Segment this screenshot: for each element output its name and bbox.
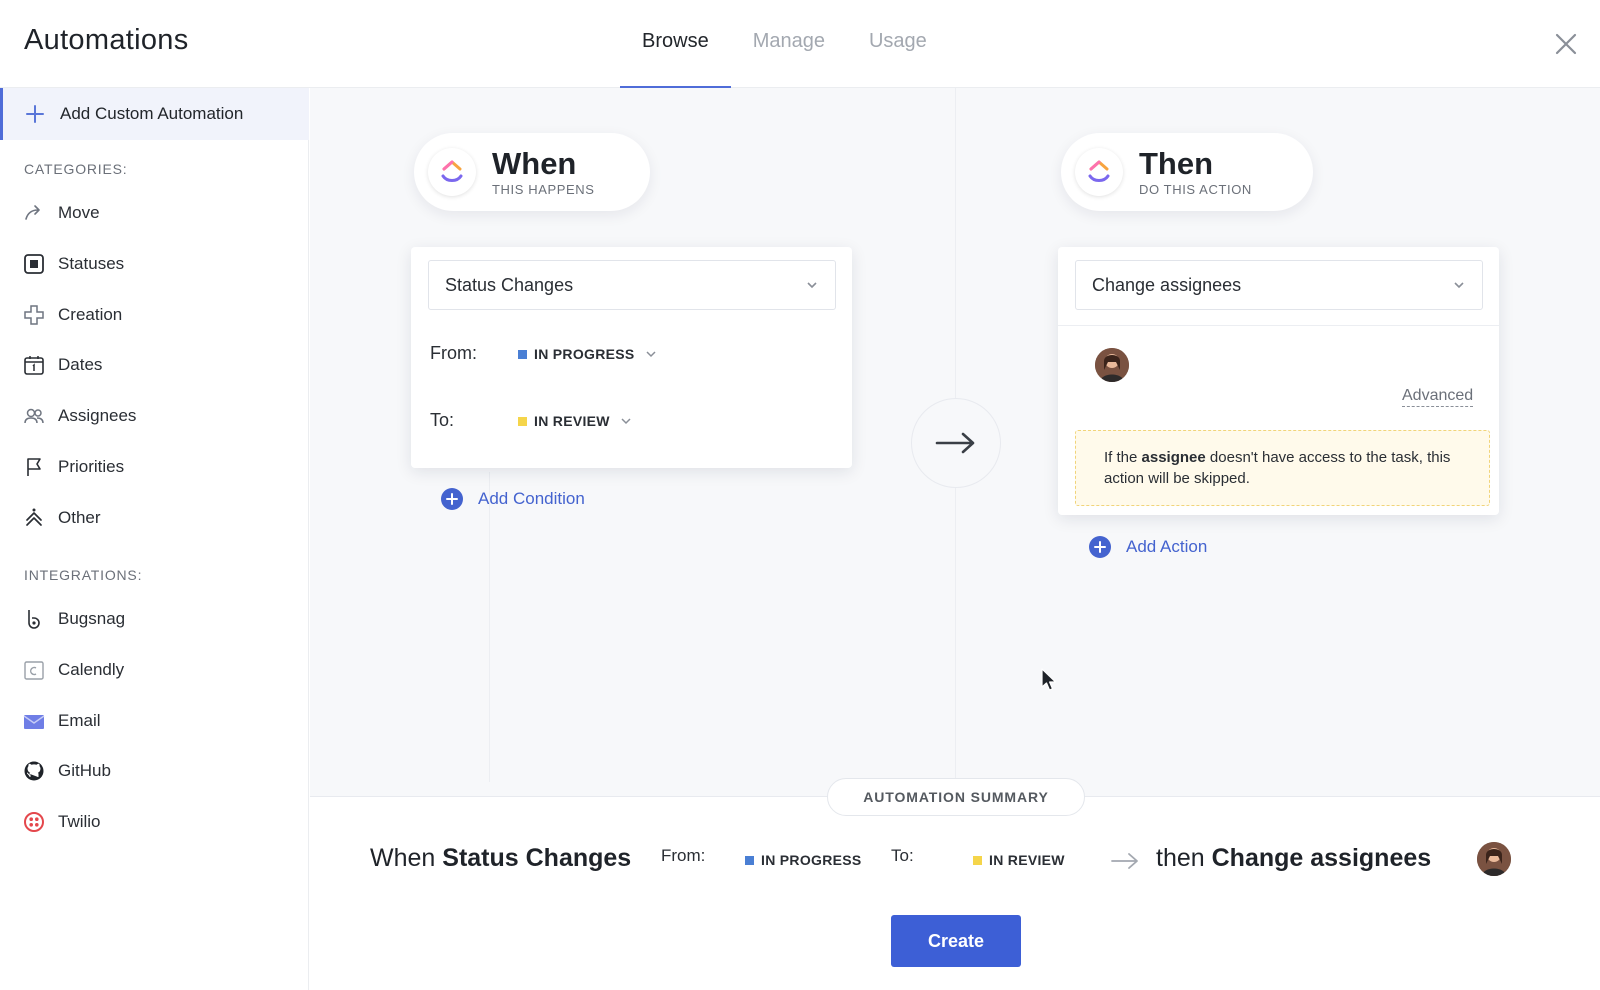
summary-from-status-value: IN PROGRESS [761,852,862,868]
sidebar-item-priorities[interactable]: Priorities [0,447,309,487]
sidebar-item-move[interactable]: Move [0,193,309,233]
trigger-card: Status Changes From: IN PROGRESS To: IN … [411,247,852,468]
create-button[interactable]: Create [891,915,1021,967]
summary-to-label: To: [891,846,914,865]
chevron-down-icon [1454,282,1464,289]
status-icon [23,253,45,275]
status-color-swatch [973,855,982,865]
tab-usage[interactable]: Usage [847,0,949,88]
when-header: When THIS HAPPENS [414,133,650,211]
summary-from-status: IN PROGRESS [745,852,862,868]
add-custom-automation-label: Add Custom Automation [60,104,244,123]
plus-circle-icon [441,488,463,510]
summary-then: then Change assignees [1156,844,1431,873]
summary-when-word: When [370,844,436,872]
tab-manage[interactable]: Manage [731,0,847,88]
sidebar-item-dates[interactable]: Dates [0,345,309,385]
add-custom-automation-button[interactable]: Add Custom Automation [0,88,309,140]
page-title: Automations [24,24,189,56]
from-status-select[interactable]: IN PROGRESS [518,346,657,362]
summary-avatar [1477,842,1511,876]
summary-to-status: IN REVIEW [973,852,1065,868]
flag-icon [23,456,45,478]
clickup-logo-icon [428,148,476,196]
then-title: Then [1139,145,1214,181]
when-subtitle: THIS HAPPENS [492,181,595,197]
flow-arrow [911,398,1001,488]
sidebar-item-other[interactable]: Other [0,498,309,538]
status-color-swatch [745,855,754,865]
close-icon[interactable] [1548,26,1584,62]
add-condition-button[interactable]: Add Condition [441,488,585,510]
sidebar-item-twilio[interactable]: Twilio [0,802,309,842]
sidebar-item-statuses[interactable]: Statuses [0,244,309,284]
chevron-down-icon [621,418,631,425]
twilio-icon [23,811,45,833]
action-select[interactable]: Change assignees [1075,260,1483,310]
sidebar: Add Custom Automation CATEGORIES: Move S… [0,88,309,990]
header: Automations Browse Manage Usage [0,0,1600,89]
status-color-swatch [518,416,527,426]
add-condition-label: Add Condition [478,489,585,508]
plus-icon [26,105,44,123]
summary-then-word: then [1156,844,1205,872]
to-status-value: IN REVIEW [534,413,610,429]
action-select-value: Change assignees [1092,274,1242,295]
trigger-select-value: Status Changes [445,274,574,295]
email-icon [23,710,45,732]
clickup-logo-icon [1075,148,1123,196]
summary-to-status-value: IN REVIEW [989,852,1065,868]
mouse-cursor-icon [1041,668,1057,691]
notice-text-bold: assignee [1141,449,1206,466]
integrations-heading: INTEGRATIONS: [24,567,143,583]
github-icon [23,760,45,782]
then-header: Then DO THIS ACTION [1061,133,1313,211]
notice-text-pre: If the [1104,449,1142,466]
summary-when: When Status Changes [370,844,631,873]
sidebar-item-creation[interactable]: Creation [0,295,309,335]
tab-browse[interactable]: Browse [620,0,731,89]
summary-from-label: From: [661,846,706,865]
chevron-down-icon [646,351,656,358]
then-subtitle: DO THIS ACTION [1139,181,1252,197]
advanced-link[interactable]: Advanced [1402,386,1474,407]
assignee-access-notice: If the assignee doesn't have access to t… [1075,430,1490,506]
trigger-select[interactable]: Status Changes [428,260,836,310]
sidebar-item-calendly[interactable]: Calendly [0,650,309,690]
sidebar-item-github[interactable]: GitHub [0,751,309,791]
sidebar-item-assignees[interactable]: Assignees [0,396,309,436]
sidebar-item-email[interactable]: Email [0,701,309,741]
when-title: When [492,145,577,181]
creation-icon [23,304,45,326]
automation-summary-tag: AUTOMATION SUMMARY [827,778,1085,816]
chevron-down-icon [807,282,817,289]
from-status-value: IN PROGRESS [534,346,635,362]
arrow-right-icon [935,432,975,454]
arrow-right-icon [1111,853,1138,869]
calendly-icon [23,659,45,681]
avatar[interactable] [1095,348,1129,382]
status-color-swatch [518,349,527,359]
sidebar-item-bugsnag[interactable]: Bugsnag [0,599,309,639]
summary-trigger: Status Changes [442,844,632,872]
categories-heading: CATEGORIES: [24,161,128,177]
add-action-button[interactable]: Add Action [1089,536,1207,558]
flow-guide-line [489,472,490,782]
add-action-label: Add Action [1126,537,1208,556]
plus-circle-icon [1089,536,1111,558]
to-status-select[interactable]: IN REVIEW [518,413,632,429]
to-label: To: [430,410,455,430]
assignees-icon [23,405,45,427]
tab-bar: Browse Manage Usage [620,0,949,89]
from-label: From: [430,343,477,363]
card-divider [1058,325,1499,326]
calendar-icon [23,354,45,376]
bugsnag-icon [23,608,45,630]
move-icon [23,202,45,224]
other-icon [23,507,45,529]
summary-action: Change assignees [1211,844,1432,872]
